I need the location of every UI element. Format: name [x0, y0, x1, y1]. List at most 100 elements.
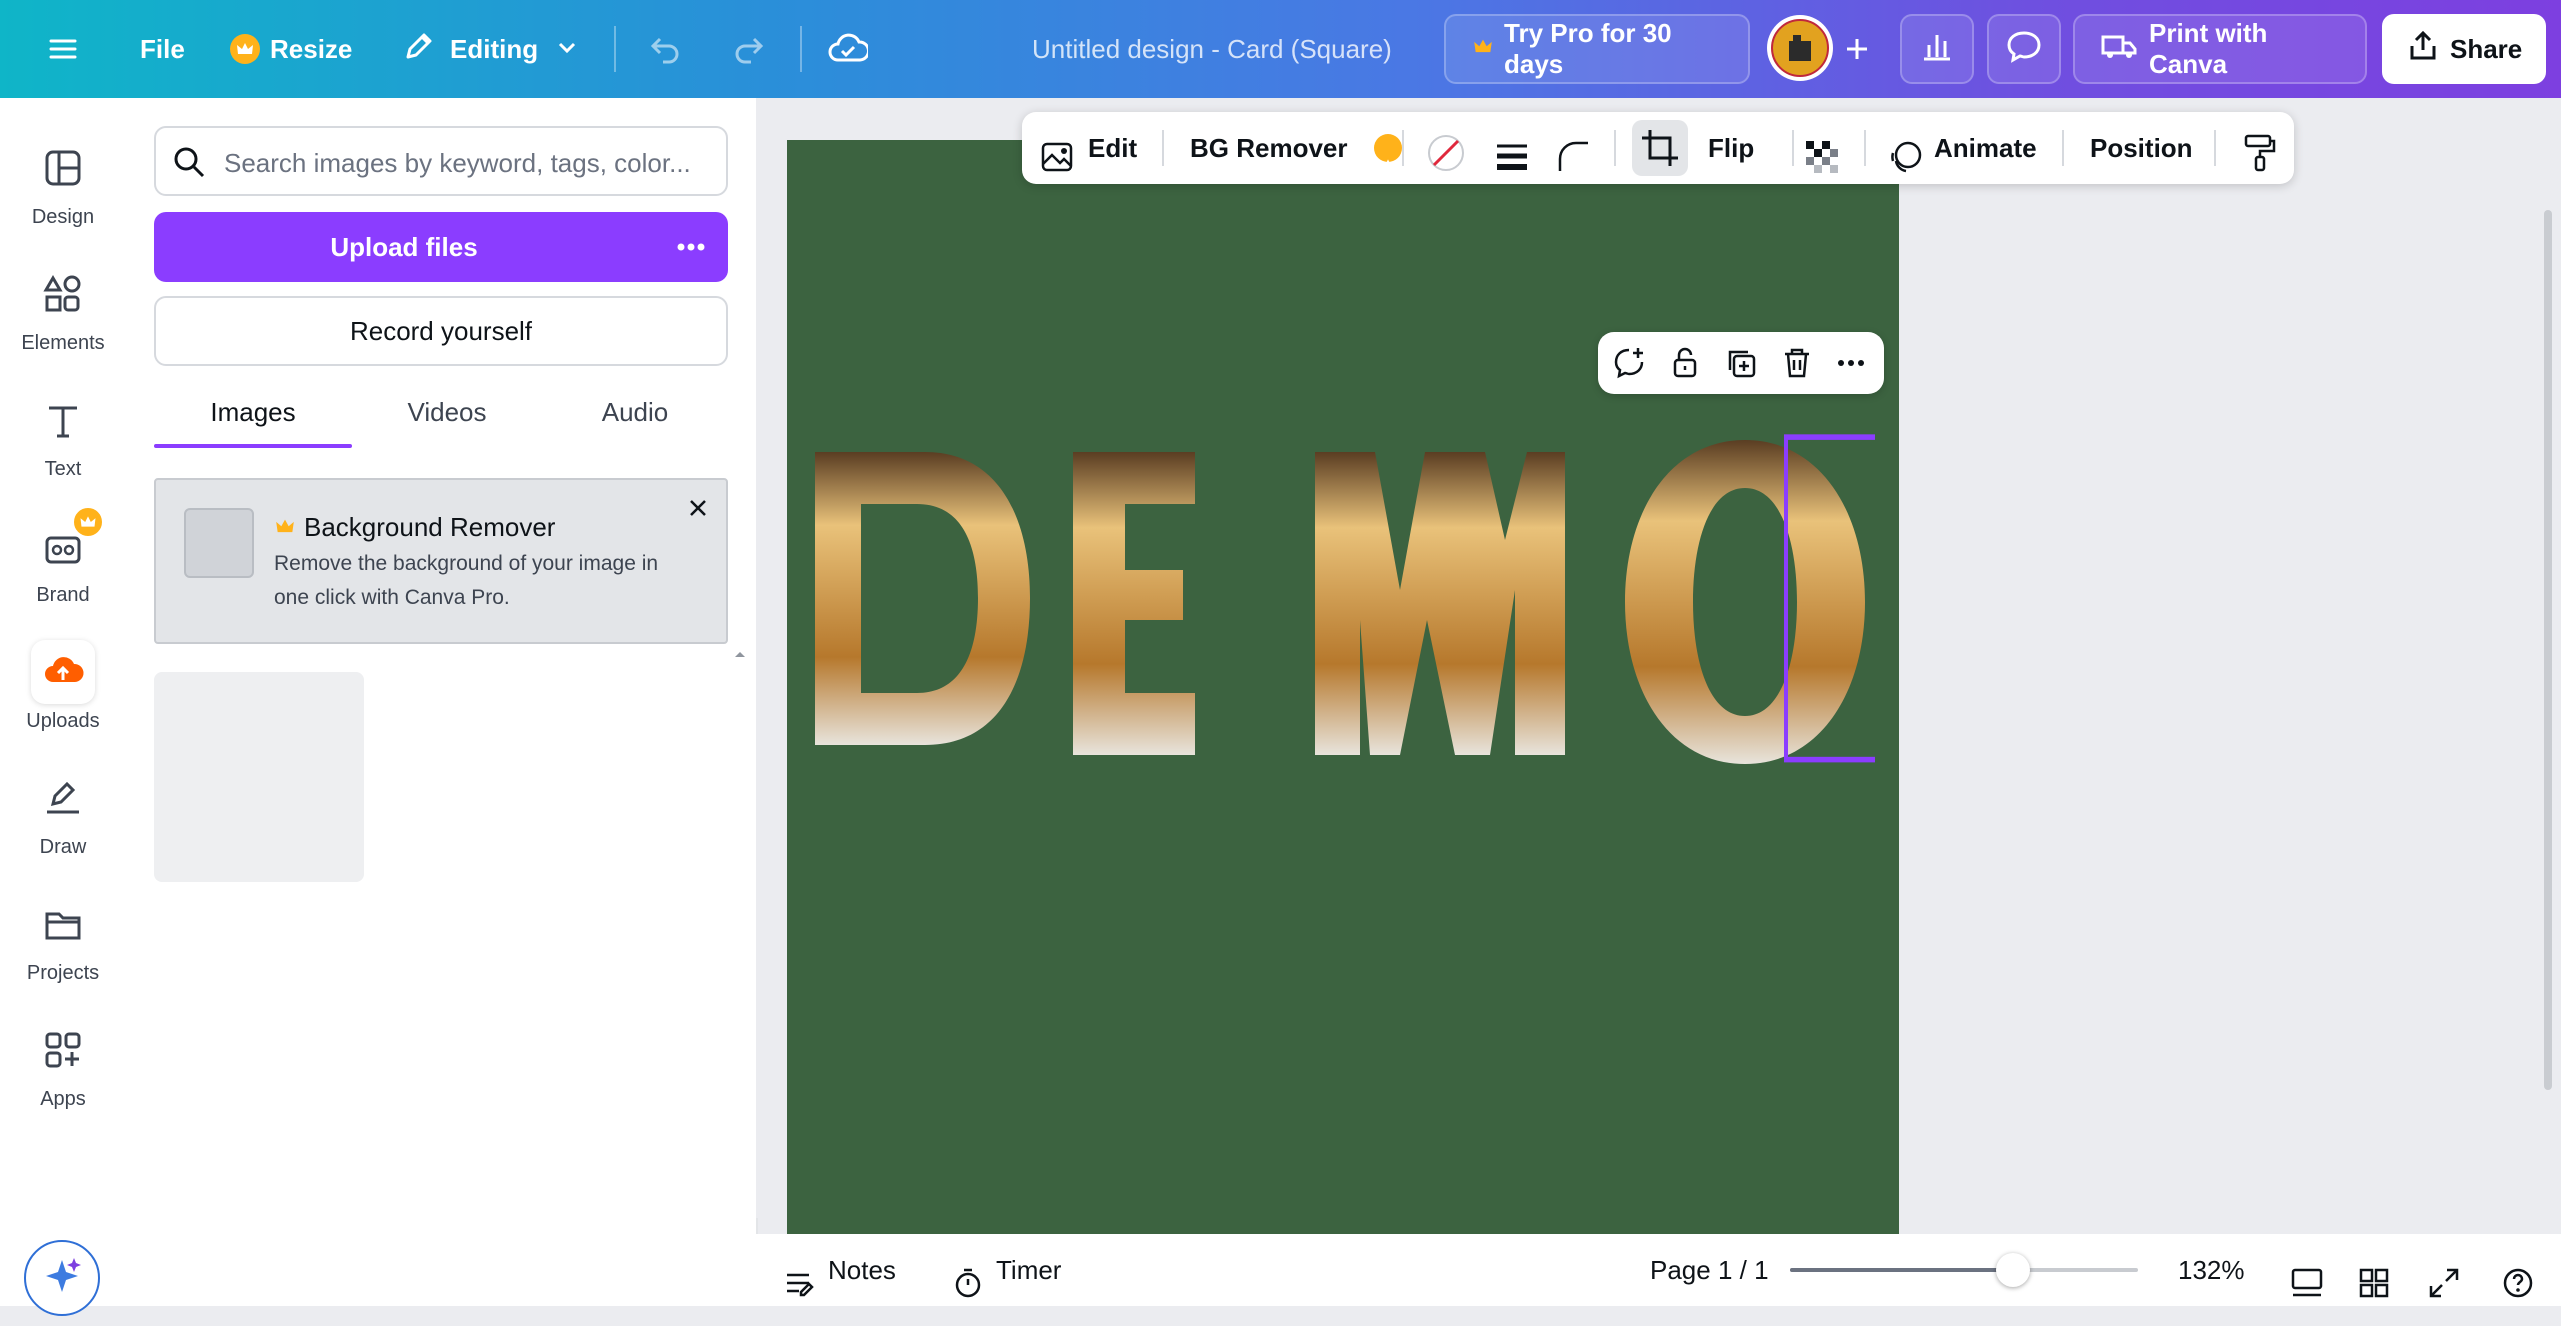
try-pro-label: Try Pro for 30 days [1504, 18, 1672, 79]
sidebar-item-brand[interactable]: Brand [0, 504, 126, 614]
sidebar-item-uploads[interactable]: Uploads [0, 630, 126, 740]
try-pro-button[interactable]: Try Pro for 30 days [1444, 14, 1750, 84]
avatar[interactable] [1767, 15, 1833, 81]
promo-title: Background Remover [304, 512, 556, 542]
crown-icon [274, 516, 296, 543]
element-quick-actions [1598, 332, 1884, 394]
trash-icon[interactable] [1780, 346, 1814, 385]
zoom-label: 132% [2178, 1255, 2245, 1285]
share-icon [2408, 30, 2438, 69]
hamburger-icon[interactable] [48, 0, 78, 98]
animate-label: Animate [1934, 133, 2037, 163]
letter-o [1625, 440, 1865, 764]
zoom-slider[interactable] [1790, 1253, 2138, 1287]
zoom-slider-handle[interactable] [1995, 1253, 2030, 1287]
comments-button[interactable] [1987, 14, 2061, 84]
text-icon [43, 400, 83, 440]
crown-badge-icon [72, 506, 104, 538]
resize-button[interactable]: Resize [230, 0, 352, 98]
animate-icon [1888, 130, 1924, 202]
sidebar-item-elements[interactable]: Elements [0, 252, 126, 362]
tab-label: Images [210, 397, 296, 427]
more-icon[interactable] [1834, 346, 1868, 385]
divider [1792, 130, 1794, 166]
background-remover-promo[interactable]: Background Remover Remove the background… [154, 478, 728, 644]
letter-e [1073, 452, 1195, 755]
top-bar: File Resize Editing Untitled design - Ca… [0, 0, 2561, 98]
add-comment-icon[interactable] [1612, 346, 1646, 385]
sidebar-item-apps[interactable]: Apps [0, 1008, 126, 1118]
transparency-icon [1804, 130, 1840, 202]
demo-text-image[interactable] [815, 430, 1875, 770]
share-button[interactable]: Share [2382, 14, 2546, 84]
upload-files-label: Upload files [330, 232, 478, 262]
promo-text: one click with Canva Pro. [274, 586, 510, 609]
magic-assistant-button[interactable] [24, 1240, 100, 1316]
edit-label: Edit [1088, 133, 1138, 163]
canvas-scrollbar[interactable] [2544, 210, 2552, 1090]
duplicate-icon[interactable] [1724, 346, 1758, 385]
sparkle-icon [26, 1258, 98, 1318]
crown-icon [230, 34, 260, 64]
record-yourself-button[interactable]: Record yourself [154, 296, 728, 366]
document-title-text: Untitled design - Card (Square) [1032, 33, 1392, 64]
upload-thumbnail-placeholder[interactable] [154, 672, 364, 882]
sidebar-item-draw[interactable]: Draw [0, 756, 126, 866]
add-collaborator-button[interactable] [1842, 0, 1872, 98]
redo-button[interactable] [730, 0, 766, 98]
notes-label: Notes [828, 1255, 896, 1285]
truck-icon [2101, 31, 2137, 68]
undo-button[interactable] [648, 0, 684, 98]
chevron-down-icon [556, 34, 578, 65]
sidebar-label: Design [31, 206, 95, 228]
divider [800, 26, 802, 72]
timer-label: Timer [996, 1255, 1062, 1285]
pencil-icon [402, 29, 436, 70]
search-icon [172, 145, 206, 184]
file-label: File [140, 33, 185, 64]
tab-label: Videos [407, 397, 487, 427]
panel-scrollbar[interactable] [732, 646, 748, 1206]
position-label: Position [2090, 133, 2193, 163]
editing-mode-button[interactable]: Editing [402, 0, 578, 98]
no-color-icon [1426, 128, 1466, 200]
lock-icon[interactable] [1668, 346, 1702, 385]
insights-button[interactable] [1900, 14, 1974, 84]
zoom-level[interactable]: 132% [2178, 1234, 2245, 1306]
tab-videos[interactable]: Videos [352, 382, 542, 448]
image-edit-icon [1040, 130, 1076, 202]
tab-images[interactable]: Images [154, 382, 352, 448]
bar-chart-icon [1920, 29, 1954, 70]
cloud-upload-icon [31, 640, 95, 704]
cloud-save-icon[interactable] [828, 0, 868, 98]
bg-remover-label: BG Remover [1190, 133, 1348, 163]
notes-icon [784, 1254, 816, 1326]
sidebar-item-text[interactable]: Text [0, 378, 126, 488]
tab-label: Audio [601, 397, 669, 427]
close-icon[interactable] [684, 494, 712, 527]
divider [2214, 130, 2216, 166]
layout-icon [43, 148, 83, 188]
document-title[interactable]: Untitled design - Card (Square) [1032, 0, 1392, 98]
search-input[interactable] [222, 142, 706, 184]
position-button[interactable]: Position [2090, 112, 2193, 184]
flip-button[interactable]: Flip [1708, 112, 1754, 184]
upload-files-button[interactable]: Upload files [154, 212, 728, 282]
page-indicator[interactable]: Page 1 / 1 [1650, 1234, 1769, 1306]
crop-icon [1632, 120, 1688, 176]
sidebar-item-projects[interactable]: Projects [0, 882, 126, 992]
sidebar-item-design[interactable]: Design [0, 126, 126, 236]
tab-audio[interactable]: Audio [542, 382, 728, 448]
folder-icon [43, 904, 83, 944]
fullscreen-icon [2428, 1254, 2460, 1326]
crown-icon [1472, 34, 1494, 65]
print-with-canva-button[interactable]: Print with Canva [2073, 14, 2367, 84]
letter-m [1315, 452, 1565, 755]
file-menu[interactable]: File [140, 0, 185, 98]
active-tab-underline [154, 444, 352, 448]
bg-remover-button[interactable]: BG Remover [1190, 112, 1410, 184]
paint-roller-icon [2242, 128, 2278, 200]
page-view-icon [2290, 1254, 2324, 1326]
bottom-bar: Notes Timer Page 1 / 1 132% [756, 1234, 2561, 1306]
more-options-icon[interactable] [674, 212, 708, 282]
